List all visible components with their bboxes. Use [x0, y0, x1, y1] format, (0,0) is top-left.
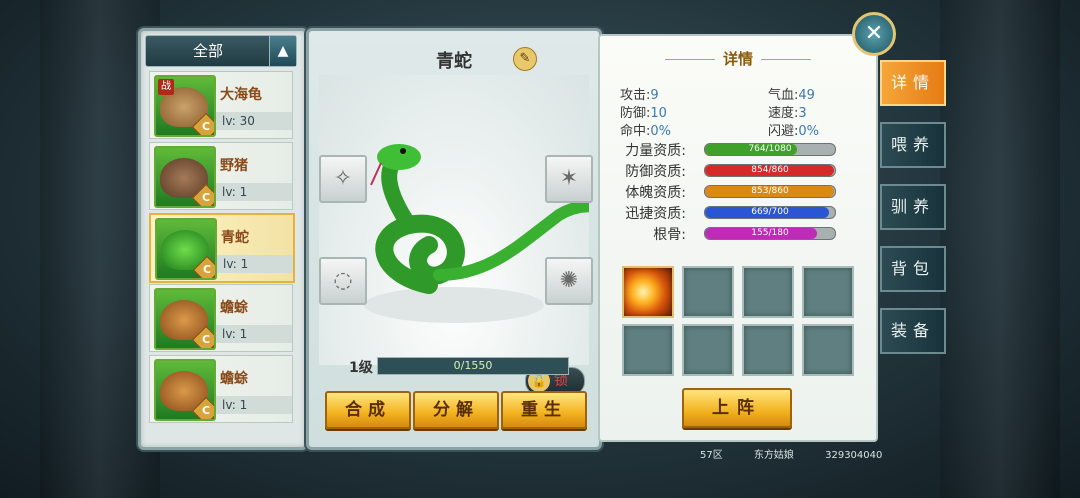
stat-attack: 攻击:9	[620, 88, 659, 103]
compose-button[interactable]: 合成	[325, 391, 411, 429]
stat-speed: 速度:3	[768, 106, 807, 121]
pet-list-item[interactable]: C 野猪 lv: 1	[149, 142, 293, 210]
pet-list-item[interactable]: C 蟾蜍 lv: 1	[149, 355, 293, 423]
aptitude-bar: 155/180	[704, 227, 836, 240]
toad-portrait-icon: C	[154, 359, 216, 421]
turtle-portrait-icon: 战 C	[154, 75, 216, 137]
detail-title: 详情	[600, 48, 876, 69]
pet-name: 蟾蜍	[220, 371, 248, 387]
skill-slot-empty[interactable]	[742, 266, 794, 318]
exp-text: 0/1550	[453, 359, 493, 372]
detail-panel: 详情 攻击:9 气血:49 防御:10 速度:3 命中:0% 闪避:0% 力量资…	[598, 34, 878, 442]
skill-slot-empty[interactable]	[682, 324, 734, 376]
pet-list-item[interactable]: 战 C 大海龟 lv: 30	[149, 71, 293, 139]
pet-level: lv: 30	[216, 112, 292, 130]
footer-info: 57区 东方姑娘 329304040	[700, 446, 910, 461]
tab-bag[interactable]: 背包	[880, 246, 946, 292]
pet-name: 大海龟	[220, 87, 262, 103]
skill-slot-empty[interactable]	[802, 266, 854, 318]
tab-feed[interactable]: 喂养	[880, 122, 946, 168]
pet-display-panel: 青蛇 ✎ ✧ ✶ ◌ ✺ 🔓 锁 1级 0/1550 合成 分解 重生	[306, 28, 615, 450]
stat-hp: 气血:49	[768, 88, 815, 103]
aptitude-label: 力量资质:	[625, 143, 686, 159]
aptitude-value: 854/860	[751, 165, 789, 175]
server-zone: 57区	[700, 450, 723, 461]
stat-dodge: 闪避:0%	[768, 124, 820, 139]
tab-details[interactable]: 详情	[880, 60, 946, 106]
tab-equip[interactable]: 装备	[880, 308, 946, 354]
close-icon[interactable]: ✕	[852, 12, 896, 56]
pet-level: lv: 1	[216, 183, 292, 201]
decompose-button[interactable]: 分解	[413, 391, 499, 429]
aptitude-label: 根骨:	[653, 227, 686, 243]
aptitude-value: 853/860	[751, 186, 789, 196]
aptitude-value: 155/180	[751, 228, 789, 238]
boar-portrait-icon: C	[154, 146, 216, 208]
pet-list-panel: 全部 ▲ 战 C 大海龟 lv: 30 C 野猪 lv: 1 C 青蛇 lv: …	[138, 28, 308, 450]
chevron-up-icon[interactable]: ▲	[269, 36, 296, 66]
skill-slot-empty[interactable]	[802, 324, 854, 376]
toad-portrait-icon: C	[154, 288, 216, 350]
pet-level: lv: 1	[216, 325, 292, 343]
pet-level-label: 1级	[349, 360, 373, 376]
aptitude-label: 体魄资质:	[625, 185, 686, 201]
stat-defense: 防御:10	[620, 106, 667, 121]
snake-model	[364, 144, 615, 323]
skill-slot-empty[interactable]	[622, 324, 674, 376]
aptitude-label: 迅捷资质:	[625, 206, 686, 222]
skill-slot-empty[interactable]	[742, 324, 794, 376]
player-name: 东方姑娘	[753, 450, 794, 461]
tab-train[interactable]: 驯养	[880, 184, 946, 230]
exp-bar: 0/1550	[377, 357, 569, 375]
rename-icon[interactable]: ✎	[513, 47, 537, 71]
skill-slot-empty[interactable]	[682, 266, 734, 318]
reborn-button[interactable]: 重生	[501, 391, 587, 429]
pet-name: 青蛇	[221, 230, 249, 246]
pet-name: 野猪	[220, 158, 248, 174]
aptitude-value: 669/700	[751, 207, 789, 217]
aptitude-bar: 853/860	[704, 185, 836, 198]
aptitude-value: 764/1080	[748, 144, 792, 154]
skill-slot-fire-icon[interactable]	[622, 266, 674, 318]
pet-name: 蟾蜍	[220, 300, 248, 316]
pet-level: lv: 1	[217, 255, 293, 273]
lock-label: 锁	[554, 373, 568, 389]
pet-list-item[interactable]: C 蟾蜍 lv: 1	[149, 284, 293, 352]
battle-tag: 战	[158, 79, 174, 95]
filter-label: 全部	[192, 42, 223, 60]
equip-slot-ring[interactable]: ✺	[545, 257, 593, 305]
pet-list-item-selected[interactable]: C 青蛇 lv: 1	[149, 213, 295, 283]
stat-hit: 命中:0%	[620, 124, 672, 139]
pet-filter-dropdown[interactable]: 全部 ▲	[145, 35, 297, 67]
pet-level: lv: 1	[216, 396, 292, 414]
player-id: 329304040	[825, 450, 883, 461]
deploy-button[interactable]: 上阵	[682, 388, 792, 428]
equip-slot-armor[interactable]: ✶	[545, 155, 593, 203]
pet-model-stage: ✧ ✶ ◌ ✺ 🔓 锁	[319, 75, 615, 395]
aptitude-label: 防御资质:	[625, 164, 686, 180]
aptitude-bar: 854/860	[704, 164, 836, 177]
aptitude-bar: 669/700	[704, 206, 836, 219]
aptitude-bar: 764/1080	[704, 143, 836, 156]
pet-title: 青蛇	[436, 51, 472, 72]
equip-slot-necklace[interactable]: ◌	[319, 257, 367, 305]
equip-slot-weapon[interactable]: ✧	[319, 155, 367, 203]
snake-portrait-icon: C	[155, 218, 217, 280]
